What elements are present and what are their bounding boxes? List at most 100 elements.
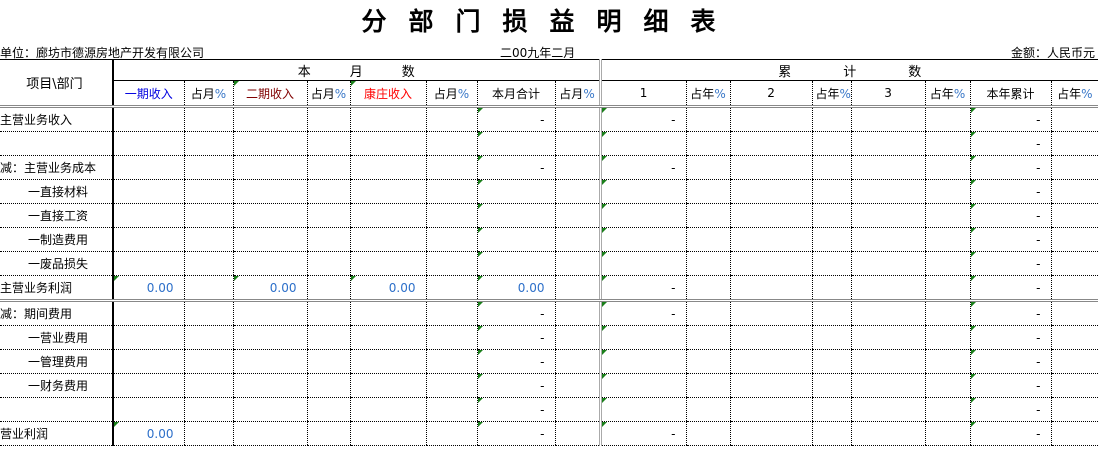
table-cell[interactable]	[183, 275, 233, 302]
table-cell[interactable]	[924, 300, 971, 326]
table-cell[interactable]	[598, 179, 687, 204]
table-cell[interactable]	[924, 203, 971, 228]
table-cell[interactable]: -	[969, 349, 1052, 374]
table-cell[interactable]	[183, 106, 233, 132]
table-cell[interactable]	[811, 300, 852, 326]
table-cell[interactable]	[306, 106, 350, 132]
table-cell[interactable]	[729, 131, 813, 156]
table-cell[interactable]	[425, 300, 477, 326]
table-cell[interactable]	[685, 106, 731, 132]
table-cell[interactable]	[232, 106, 307, 132]
table-cell[interactable]	[232, 131, 307, 156]
table-cell[interactable]	[425, 251, 477, 276]
column-header[interactable]: 2	[729, 80, 813, 108]
table-cell[interactable]	[232, 397, 307, 422]
table-cell[interactable]	[811, 373, 852, 398]
table-cell[interactable]	[183, 251, 233, 276]
table-cell[interactable]	[349, 106, 426, 132]
table-cell[interactable]	[729, 325, 813, 350]
table-cell[interactable]	[729, 251, 813, 276]
table-cell[interactable]	[554, 325, 601, 350]
column-header[interactable]: 占年%	[1050, 80, 1099, 108]
table-cell[interactable]	[349, 421, 426, 446]
table-cell[interactable]	[729, 421, 813, 446]
table-cell[interactable]	[232, 373, 307, 398]
column-header[interactable]: 占月%	[306, 80, 350, 108]
table-cell[interactable]	[924, 349, 971, 374]
table-cell[interactable]	[554, 227, 601, 252]
table-cell[interactable]	[685, 179, 731, 204]
table-cell[interactable]	[183, 373, 233, 398]
table-cell[interactable]	[1050, 227, 1099, 252]
table-cell[interactable]	[685, 421, 731, 446]
table-cell[interactable]: -	[969, 300, 1052, 326]
table-cell[interactable]	[112, 227, 184, 252]
table-cell[interactable]	[306, 421, 350, 446]
table-cell[interactable]	[425, 373, 477, 398]
table-cell[interactable]	[112, 155, 184, 180]
table-cell[interactable]: 0.00	[349, 275, 426, 302]
table-cell[interactable]	[349, 203, 426, 228]
table-cell[interactable]	[425, 155, 477, 180]
table-cell[interactable]	[112, 397, 184, 422]
table-cell[interactable]	[232, 421, 307, 446]
table-cell[interactable]	[232, 203, 307, 228]
table-cell[interactable]	[476, 179, 555, 204]
table-cell[interactable]: 0.00	[232, 275, 307, 302]
table-cell[interactable]	[183, 203, 233, 228]
table-cell[interactable]	[811, 349, 852, 374]
table-cell[interactable]	[476, 251, 555, 276]
table-cell[interactable]	[811, 155, 852, 180]
table-cell[interactable]	[924, 106, 971, 132]
table-cell[interactable]	[729, 349, 813, 374]
table-cell[interactable]	[850, 251, 926, 276]
table-cell[interactable]: -	[598, 155, 687, 180]
table-cell[interactable]: -	[476, 325, 555, 350]
table-cell[interactable]	[811, 203, 852, 228]
table-cell[interactable]	[112, 179, 184, 204]
table-cell[interactable]	[554, 349, 601, 374]
table-cell[interactable]	[183, 349, 233, 374]
table-cell[interactable]	[425, 275, 477, 302]
table-cell[interactable]	[425, 179, 477, 204]
table-cell[interactable]	[924, 275, 971, 302]
table-cell[interactable]	[729, 155, 813, 180]
table-cell[interactable]	[729, 179, 813, 204]
table-cell[interactable]	[425, 227, 477, 252]
column-header[interactable]: 占月%	[425, 80, 477, 108]
table-cell[interactable]	[554, 300, 601, 326]
table-cell[interactable]	[476, 227, 555, 252]
table-cell[interactable]	[729, 373, 813, 398]
column-header[interactable]: 二期收入	[232, 80, 307, 108]
table-cell[interactable]: -	[969, 251, 1052, 276]
table-cell[interactable]	[598, 227, 687, 252]
table-cell[interactable]	[554, 275, 601, 302]
table-cell[interactable]: -	[969, 131, 1052, 156]
table-cell[interactable]	[306, 325, 350, 350]
table-cell[interactable]	[112, 251, 184, 276]
table-cell[interactable]	[811, 227, 852, 252]
table-cell[interactable]	[850, 227, 926, 252]
table-cell[interactable]	[306, 203, 350, 228]
table-cell[interactable]	[349, 300, 426, 326]
table-cell[interactable]	[232, 325, 307, 350]
column-header[interactable]: 本月合计	[476, 80, 555, 108]
table-cell[interactable]: -	[969, 373, 1052, 398]
table-cell[interactable]	[183, 421, 233, 446]
table-cell[interactable]	[1050, 179, 1099, 204]
table-cell[interactable]	[183, 131, 233, 156]
table-cell[interactable]	[425, 203, 477, 228]
table-cell[interactable]	[811, 106, 852, 132]
column-header[interactable]: 本年累计	[969, 80, 1052, 108]
table-cell[interactable]	[924, 373, 971, 398]
table-cell[interactable]	[349, 131, 426, 156]
table-cell[interactable]	[1050, 300, 1099, 326]
table-cell[interactable]	[1050, 275, 1099, 302]
table-cell[interactable]	[425, 421, 477, 446]
table-cell[interactable]: -	[969, 325, 1052, 350]
table-cell[interactable]	[1050, 325, 1099, 350]
table-cell[interactable]	[850, 275, 926, 302]
table-cell[interactable]	[554, 397, 601, 422]
table-cell[interactable]	[729, 300, 813, 326]
table-cell[interactable]	[349, 155, 426, 180]
